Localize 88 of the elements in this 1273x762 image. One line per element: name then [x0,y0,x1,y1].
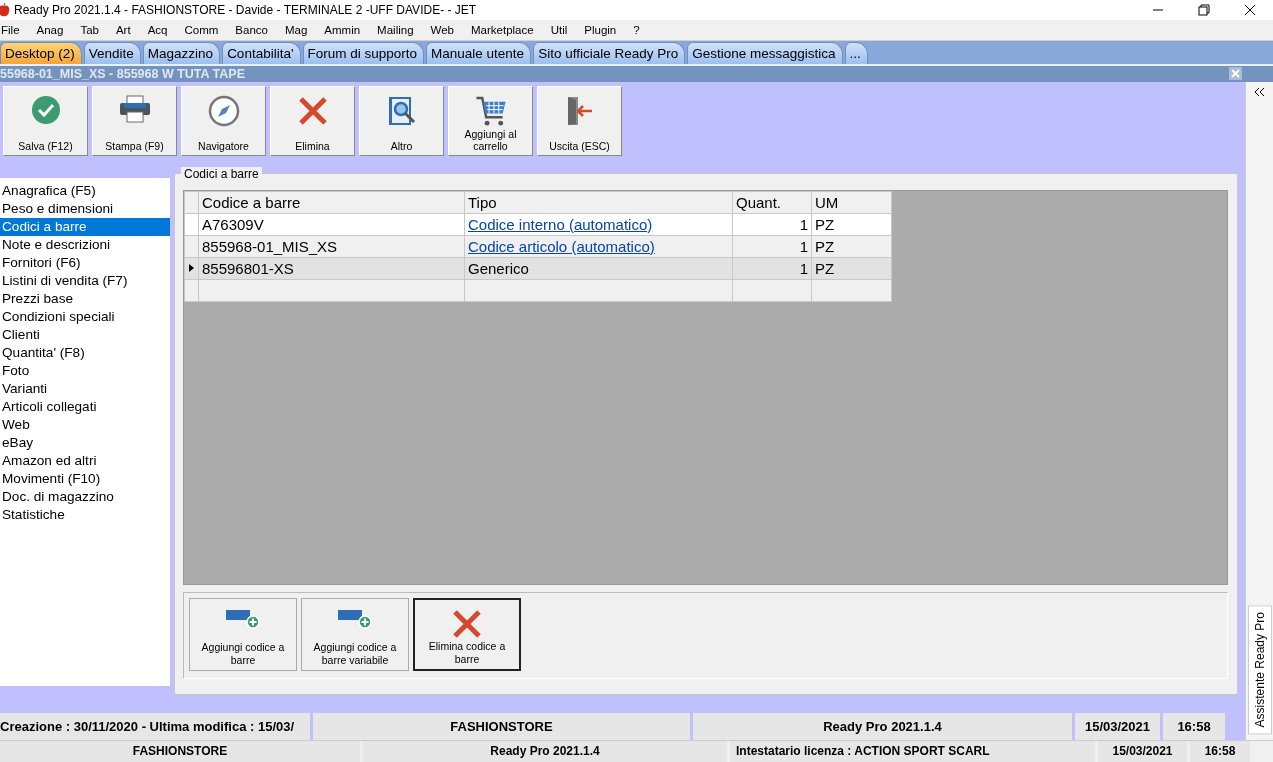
row-indicator[interactable] [184,257,199,280]
collapse-icon[interactable] [1254,87,1265,96]
tab[interactable]: Manuale utente [426,41,532,64]
toolbar-button[interactable]: Elimina [270,85,355,156]
menu-item[interactable]: Util [550,23,575,36]
menu-item[interactable]: Marketplace [471,23,541,36]
sidebar-item[interactable]: Articoli collegati [0,397,170,416]
tab[interactable]: ... [844,41,868,64]
menu-item[interactable]: Acq [147,23,175,36]
action-button[interactable]: Elimina codice a barre [413,597,521,671]
document-title: 55968-01_MIS_XS - 855968 W TUTA TAPE [0,66,246,81]
table-cell: PZ [811,213,892,236]
tab[interactable]: Vendite [83,41,141,64]
sidebar-item[interactable]: Foto [0,361,170,380]
sidebar-item[interactable]: Condizioni speciali [0,307,170,326]
toolbar-button[interactable]: Salva (F12) [3,85,88,156]
assistant-tab[interactable]: Assistente Ready Pro [1247,605,1272,735]
sidebar-item[interactable]: Anagrafica (F5) [0,181,170,200]
toolbar-button[interactable]: Altro [359,85,444,156]
cart-icon [473,94,508,128]
action-button[interactable]: Aggiungi codice a barre [189,597,297,671]
column-header[interactable]: Codice a barre [198,191,465,214]
status-text: 15/03/2021 [1098,740,1187,762]
group-title: Codici a barre [181,166,262,181]
row-header [184,191,199,214]
status-text: Intestatario licenza : ACTION SPORT SCARL [730,740,1095,762]
menu-item[interactable]: Web [430,23,461,36]
app-logo-icon [0,3,10,17]
tab[interactable]: Contabilita' [222,41,301,64]
toolbar-button[interactable]: Aggiungi al carrello [448,85,533,156]
menu-item[interactable]: Mailing [377,23,421,36]
menu-item[interactable]: Art [115,23,138,36]
sidebar-item[interactable]: Listini di vendita (F7) [0,271,170,290]
toolbar-button[interactable]: Uscita (ESC) [537,85,622,156]
printer-icon [118,94,151,123]
sidebar-item[interactable]: Fornitori (F6) [0,253,170,272]
menu-item[interactable]: Tab [80,23,106,36]
toolbar-button[interactable]: Navigatore [181,85,266,156]
column-header[interactable]: Quant. [732,191,812,214]
sidebar-item[interactable]: Peso e dimensioni [0,199,170,218]
menu-item[interactable]: ? [633,23,647,36]
toolbar-button[interactable]: Stampa (F9) [92,85,177,156]
menu-item[interactable]: Anag [36,23,71,36]
sidebar-item[interactable]: Codici a barre [0,217,170,236]
column-header[interactable]: Tipo [464,191,733,214]
status-text: Ready Pro 2021.1.4 [693,712,1072,740]
tab[interactable]: Forum di supporto [302,41,425,64]
tab[interactable]: Desktop (2) [0,41,82,64]
status-text: 15/03/2021 [1075,712,1160,740]
menu-item[interactable]: File [1,23,27,36]
sidebar-item[interactable]: Note e descrizioni [0,235,170,254]
status-text: 16:58 [1190,740,1250,762]
sidebar-item[interactable]: Doc. di magazzino [0,487,170,506]
menu-item[interactable]: Banco [235,23,275,36]
table-cell: A76309V [198,213,465,236]
sidebar-item[interactable]: Web [0,415,170,434]
close-icon [451,607,483,640]
sidebar-item[interactable]: eBay [0,433,170,452]
sidebar-item[interactable]: Quantita' (F8) [0,343,170,362]
status-text: 16:58 [1163,712,1225,740]
menu-item[interactable]: Plugin [584,23,624,36]
close-icon [296,94,329,127]
status-text: Ready Pro 2021.1.4 [363,740,727,762]
table-cell: Generico [464,257,733,280]
sidebar-item[interactable]: Prezzi base [0,289,170,308]
sidebar-item[interactable]: Amazon ed altri [0,451,170,470]
status-text: FASHIONSTORE [313,712,690,740]
tab[interactable]: Gestione messaggistica [687,41,843,64]
table-cell: 1 [732,213,812,236]
sidebar-item[interactable]: Varianti [0,379,170,398]
tab[interactable]: Magazzino [142,41,221,64]
menu-item[interactable]: Comm [184,23,226,36]
menu-item[interactable]: Mag [284,23,315,36]
status-text: FASHIONSTORE [0,740,360,762]
sidebar-item[interactable]: Movimenti (F10) [0,469,170,488]
window-title: Ready Pro 2021.1.4 - FASHIONSTORE - Davide - TERMINALE 2 -UFF DAVIDE- - JET [14,3,478,17]
sidebar-item[interactable]: Clienti [0,325,170,344]
table-cell: 855968-01_MIS_XS [198,235,465,258]
sidebar-item[interactable]: Statistiche [0,505,170,524]
status-text: Creazione : 30/11/2020 - Ultima modifica : 15/03/ [0,712,310,740]
checkmark-icon [30,94,61,125]
menu-item[interactable]: Ammin [324,23,368,36]
column-header[interactable]: UM [811,191,892,214]
compass-icon [207,94,240,127]
table-cell: 85596801-XS [198,257,465,280]
action-button[interactable]: Aggiungi codice a barre variabile [301,597,409,671]
current-row-icon [189,264,194,273]
tab[interactable]: Sito ufficiale Ready Pro [533,41,686,64]
